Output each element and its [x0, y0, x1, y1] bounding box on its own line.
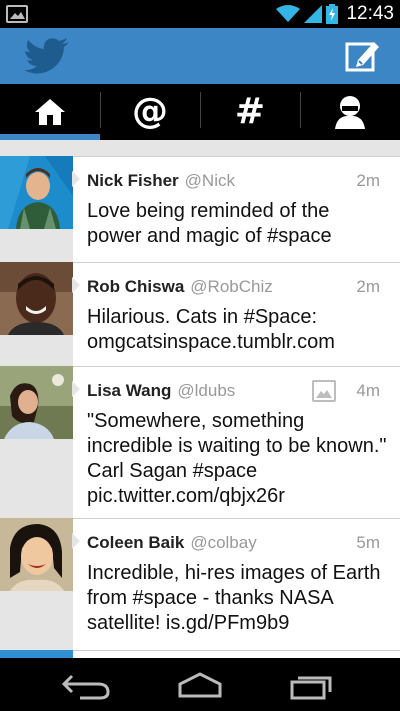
- tweet-text: Incredible, hi-res images of Earth from …: [87, 562, 381, 634]
- compose-icon[interactable]: [344, 38, 380, 74]
- tab-discover[interactable]: #: [200, 84, 300, 140]
- recent-apps-icon[interactable]: [282, 668, 342, 702]
- battery-charging-icon: [326, 4, 339, 24]
- tweet-item[interactable]: Nick Fisher @Nick 2m Love being reminded…: [0, 156, 400, 262]
- app-bar: [0, 28, 400, 84]
- tweet-timestamp: 4m: [356, 381, 380, 400]
- tweet-author-handle: @RobChiz: [190, 277, 273, 296]
- tweet-timestamp: 5m: [356, 533, 380, 552]
- tweet-card: Nick Fisher @Nick 2m Love being reminded…: [72, 156, 400, 262]
- tweet-author-handle: @colbay: [190, 533, 257, 552]
- tweet-card: Lisa Wang @ldubs 4m "Somewhere, somethin…: [72, 366, 400, 518]
- timeline: Nick Fisher @Nick 2m Love being reminded…: [0, 140, 400, 658]
- photo-attachment-icon: [312, 380, 336, 402]
- tweet-author-handle: @ldubs: [177, 381, 236, 400]
- profile-icon: [335, 96, 365, 129]
- tweet-text: Love being reminded of the power and mag…: [87, 200, 332, 247]
- hashtag-icon: #: [234, 91, 266, 132]
- tweet-item[interactable]: Coleen Baik @colbay 5m Incredible, hi-re…: [0, 518, 400, 650]
- tweet-author-name[interactable]: Coleen Baik: [87, 533, 184, 553]
- tweet-item[interactable]: Lisa Wang @ldubs 4m "Somewhere, somethin…: [0, 366, 400, 518]
- wifi-icon: [276, 5, 301, 22]
- tab-home[interactable]: [0, 84, 100, 140]
- tab-bar: @ #: [0, 84, 400, 140]
- tweet-author-name[interactable]: Rob Chiswa: [87, 277, 184, 297]
- tweet-timestamp: 2m: [356, 171, 380, 190]
- tweet-card: Rob Chiswa @RobChiz 2m Hilarious. Cats i…: [72, 262, 400, 366]
- home-icon: [35, 99, 65, 125]
- home-nav-icon[interactable]: [170, 668, 230, 702]
- avatar[interactable]: [0, 650, 73, 658]
- tweet-text: "Somewhere, something incredible is wait…: [87, 410, 387, 507]
- status-clock: 12:43: [346, 3, 394, 24]
- tweet-text: Hilarious. Cats in #Space: omgcatsinspac…: [87, 306, 335, 353]
- twitter-bird-icon[interactable]: [24, 38, 70, 74]
- tweet-item[interactable]: [0, 650, 400, 658]
- avatar[interactable]: [0, 518, 73, 591]
- status-bar: 12:43: [0, 0, 400, 28]
- cell-signal-icon: [304, 5, 323, 23]
- avatar[interactable]: [0, 262, 73, 335]
- tweet-item[interactable]: Rob Chiswa @RobChiz 2m Hilarious. Cats i…: [0, 262, 400, 366]
- tweet-timestamp: 2m: [356, 277, 380, 296]
- avatar[interactable]: [0, 366, 73, 439]
- tab-connect[interactable]: @: [100, 84, 200, 140]
- tweet-author-handle: @Nick: [184, 171, 235, 190]
- tweet-author-name[interactable]: Lisa Wang: [87, 381, 171, 401]
- system-nav-bar: [0, 658, 400, 711]
- avatar[interactable]: [0, 156, 73, 229]
- tweet-author-name[interactable]: Nick Fisher: [87, 171, 179, 191]
- tweet-card: Coleen Baik @colbay 5m Incredible, hi-re…: [72, 518, 400, 650]
- back-icon[interactable]: [58, 668, 118, 702]
- tab-me[interactable]: [300, 84, 400, 140]
- at-icon: @: [132, 91, 168, 132]
- tweet-card: [73, 650, 400, 658]
- gallery-notification-icon: [6, 5, 28, 23]
